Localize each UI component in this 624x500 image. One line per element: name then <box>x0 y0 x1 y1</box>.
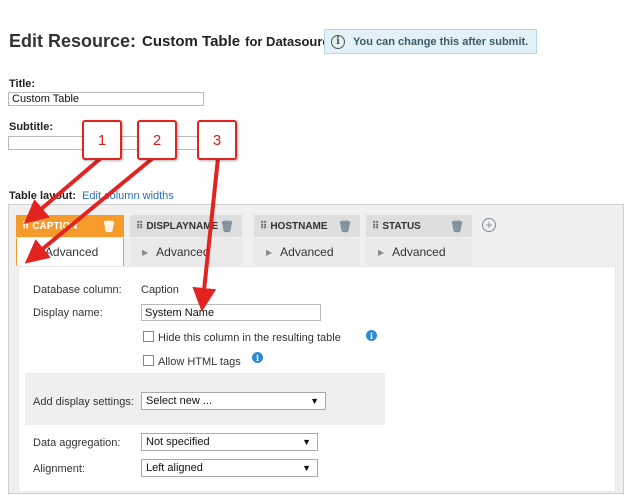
callout-2: 2 <box>137 120 177 160</box>
callout-3: 3 <box>197 120 237 160</box>
arrow-2 <box>24 156 155 264</box>
callout-1: 1 <box>82 120 122 160</box>
arrow-3 <box>192 157 220 312</box>
annotation-arrows <box>23 156 220 312</box>
